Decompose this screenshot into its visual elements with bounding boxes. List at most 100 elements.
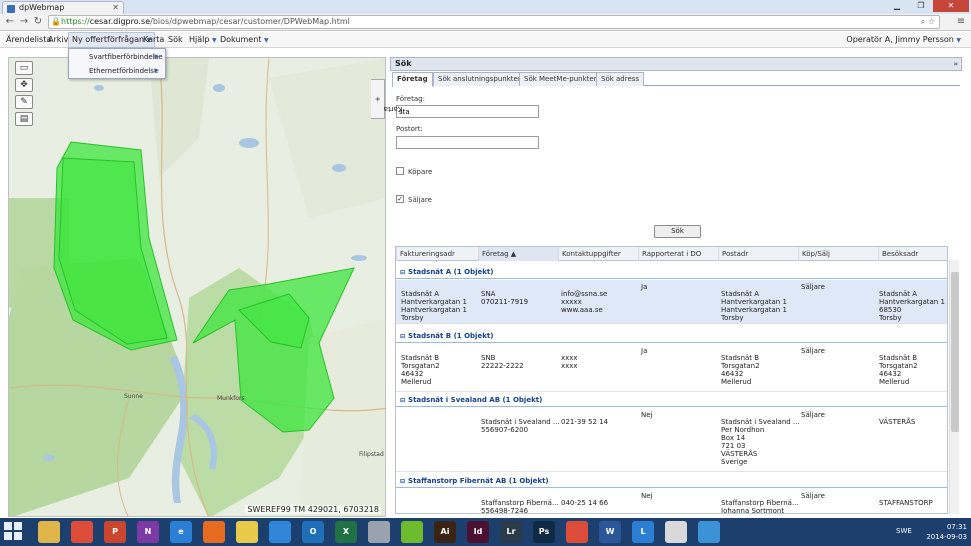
menu-karta[interactable]: Karta xyxy=(143,32,164,48)
company-input[interactable] xyxy=(396,105,539,118)
print-icon[interactable]: ▤ xyxy=(15,112,33,126)
language-indicator[interactable]: SWE xyxy=(896,527,912,535)
bookmark-star-icon[interactable]: ⌕ ☆ xyxy=(921,16,935,28)
col-faktureringsadr[interactable]: Faktureringsadr xyxy=(396,247,478,261)
taskbar-firefox-icon[interactable] xyxy=(203,521,225,543)
taskbar-chrome-icon[interactable] xyxy=(71,521,93,543)
group-header[interactable]: ⊟ Stadsnät i Svealand AB (1 Objekt) xyxy=(396,393,947,407)
taskbar-outlook-icon[interactable]: O xyxy=(302,521,324,543)
taskbar-app-3-icon[interactable] xyxy=(698,521,720,543)
taskbar-spotify-icon[interactable] xyxy=(401,521,423,543)
taskbar-chrome-2-icon[interactable] xyxy=(566,521,588,543)
taskbar-app-icon[interactable] xyxy=(368,521,390,543)
cell-kopsalj: Säljare xyxy=(801,411,825,419)
dropdown-item-svartfiber[interactable]: Svartfiberförbindelse ▶ xyxy=(69,50,165,64)
taskbar-powerpoint-icon[interactable]: P xyxy=(104,521,126,543)
collapse-group-icon[interactable]: ⊟ xyxy=(400,333,405,340)
taskbar-internet-explorer-icon[interactable]: e xyxy=(170,521,192,543)
group-header[interactable]: ⊟ Staffanstorp Fibernät AB (1 Objekt) xyxy=(396,474,947,488)
clock[interactable]: 07:31 2014-09-03 xyxy=(926,522,967,542)
taskbar-onenote-icon[interactable]: N xyxy=(137,521,159,543)
buyer-checkbox[interactable] xyxy=(396,167,404,175)
dropdown-item-ethernet[interactable]: Ethernetförbindelse ▶ xyxy=(69,64,165,78)
start-button[interactable] xyxy=(4,522,24,542)
collapse-icon[interactable]: » xyxy=(953,58,958,70)
tab-foretag[interactable]: Företag xyxy=(392,72,433,87)
collapse-group-icon[interactable]: ⊟ xyxy=(400,397,405,404)
url-domain: cesar.digpro.se xyxy=(89,17,151,26)
table-row[interactable]: Stadsnät i Svealand ... 556907-6200 021-… xyxy=(396,408,947,472)
taskbar-word-icon[interactable]: W xyxy=(599,521,621,543)
tab-anslutningspunkter[interactable]: Sök anslutningspunkter xyxy=(433,72,526,86)
cell-besoksadr: Stadsnät A Hantverkargatan 1 68530 Torsb… xyxy=(879,290,945,322)
reload-icon[interactable]: ↻ xyxy=(32,15,44,29)
menu-arendelista[interactable]: Ärendelista xyxy=(6,32,51,48)
browser-menu-icon[interactable]: ≡ xyxy=(954,15,968,29)
group-header[interactable]: ⊟ Stadsnät A (1 Objekt) xyxy=(396,265,947,279)
group-header[interactable]: ⊟ Stadsnät B (1 Objekt) xyxy=(396,329,947,343)
menu-dokument[interactable]: Dokument ▼ xyxy=(220,32,269,48)
karta-side-tab[interactable]: Karta + xyxy=(371,79,402,119)
tab-adress[interactable]: Sök adress xyxy=(596,72,645,86)
draw-icon[interactable]: ✎ xyxy=(15,95,33,109)
col-kontakt[interactable]: Kontaktuppgifter xyxy=(558,247,638,261)
seller-checkbox[interactable]: ✓ xyxy=(396,195,404,203)
forward-icon[interactable]: → xyxy=(18,15,30,29)
browser-tab[interactable]: dpWebmap ✕ xyxy=(2,1,124,14)
taskbar-excel-icon[interactable]: X xyxy=(335,521,357,543)
table-row[interactable]: Stadsnät B Torsgatan2 46432 Mellerud SNB… xyxy=(396,344,947,392)
back-icon[interactable]: ← xyxy=(4,15,16,29)
maximize-icon[interactable]: ❐ xyxy=(909,0,933,12)
cell-rapporterat: Ja xyxy=(641,347,648,355)
url-field[interactable]: 🔒 https://cesar.digpro.se/bios/dpwebmap/… xyxy=(48,15,940,29)
menu-hjalp[interactable]: Hjälp ▼ xyxy=(189,32,217,48)
grid-scrollbar[interactable] xyxy=(949,260,959,514)
window-close-icon[interactable]: ✕ xyxy=(933,0,969,12)
postal-label: Postort: xyxy=(396,125,423,133)
postal-input[interactable] xyxy=(396,136,539,149)
taskbar-indesign-icon[interactable]: Id xyxy=(467,521,489,543)
taskbar-photoshop-icon[interactable]: Ps xyxy=(533,521,555,543)
windows-logo-icon xyxy=(14,532,22,540)
minimize-icon[interactable]: ▁ xyxy=(885,0,909,12)
table-row[interactable]: Staffanstorp Fibernä... 556498-7246 040-… xyxy=(396,489,947,513)
search-button[interactable]: Sök xyxy=(654,225,701,238)
panel-title: Sök xyxy=(395,59,412,68)
taskbar-app-2-icon[interactable] xyxy=(665,521,687,543)
operator-menu[interactable]: Operatör A, Jimmy Persson ▼ xyxy=(846,32,961,48)
map-view[interactable]: Sunne Munkfors Filipstad ▭ ✥ ✎ ▤ SWEREF9… xyxy=(8,57,386,517)
taskbar-lightroom-icon[interactable]: Lr xyxy=(500,521,522,543)
collapse-group-icon[interactable]: ⊟ xyxy=(400,478,405,485)
col-foretag[interactable]: Företag ▲ xyxy=(478,247,558,261)
cell-postadr: Stadsnät B Torsgatan2 46432 Mellerud xyxy=(721,354,760,386)
table-row[interactable]: Stadsnät A Hantverkargatan 1 Hantverkarg… xyxy=(396,280,947,324)
col-kopsalj[interactable]: Köp/Sälj xyxy=(798,247,878,261)
taskbar-illustrator-icon[interactable]: Ai xyxy=(434,521,456,543)
place-label-munkfors: Munkfors xyxy=(217,395,245,402)
dropdown-label: Ethernetförbindelse xyxy=(89,67,159,75)
tab-meetme[interactable]: Sök MeetMe-punkter xyxy=(519,72,602,86)
group-title: Staffanstorp Fibernät AB (1 Objekt) xyxy=(408,477,549,485)
menu-arkiv[interactable]: Arkiv xyxy=(48,32,68,48)
col-postadr[interactable]: Postadr xyxy=(718,247,798,261)
menu-label: Dokument xyxy=(220,35,262,44)
scrollbar-thumb[interactable] xyxy=(951,272,959,432)
col-rapporterat[interactable]: Rapporterat i DO xyxy=(638,247,718,261)
pan-icon[interactable]: ✥ xyxy=(15,78,33,92)
taskbar-explorer-icon[interactable] xyxy=(38,521,60,543)
cell-rapporterat: Ja xyxy=(641,283,648,291)
col-besoksadr[interactable]: Besöksadr xyxy=(878,247,947,261)
karta-label: Karta xyxy=(383,105,403,113)
zoom-box-icon[interactable]: ▭ xyxy=(15,61,33,75)
collapse-group-icon[interactable]: ⊟ xyxy=(400,269,405,276)
menu-sok[interactable]: Sök xyxy=(168,32,183,48)
tab-close-icon[interactable]: ✕ xyxy=(112,2,119,14)
taskbar-dropbox-icon[interactable] xyxy=(269,521,291,543)
results-grid: Faktureringsadr Företag ▲ Kontaktuppgift… xyxy=(395,246,948,514)
taskbar-lync-icon[interactable]: L xyxy=(632,521,654,543)
taskbar-notes-icon[interactable] xyxy=(236,521,258,543)
browser-titlebar: dpWebmap ✕ ▁ ❐ ✕ xyxy=(0,0,971,14)
cell-kontakt: 040-25 14 66 xyxy=(561,499,609,507)
buyer-label: Köpare xyxy=(408,168,433,176)
cell-foretag: Stadsnät i Svealand ... 556907-6200 xyxy=(481,418,560,434)
